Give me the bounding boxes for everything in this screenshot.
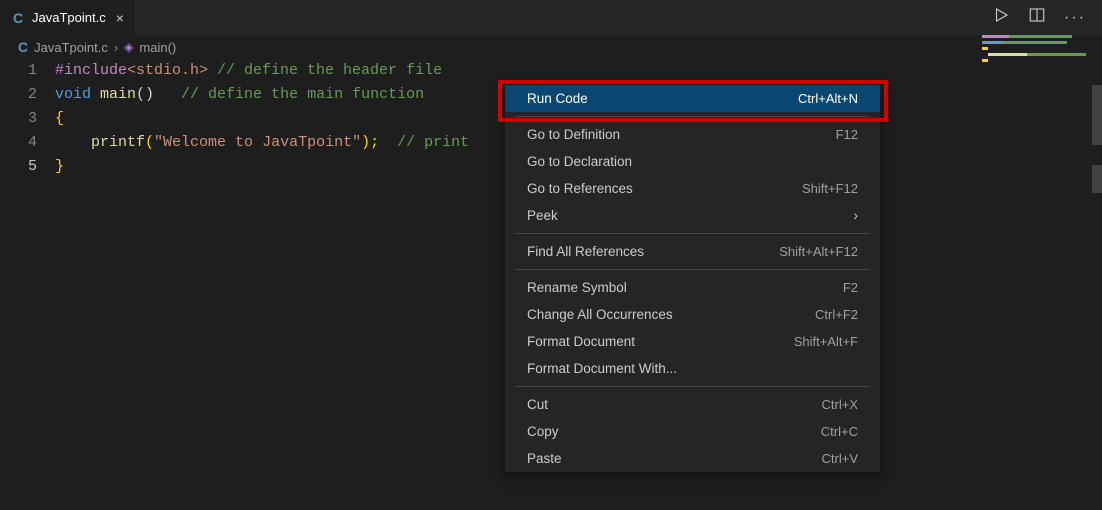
title-bar: C JavaTpoint.c × ··· (0, 0, 1102, 35)
menu-item-label: Format Document (527, 334, 635, 349)
menu-item-label: Run Code (527, 91, 588, 106)
menu-item-label: Find All References (527, 244, 644, 259)
menu-item-run-code[interactable]: Run Code Ctrl+Alt+N (505, 85, 880, 112)
line-number: 5 (0, 155, 37, 179)
menu-item-go-to-references[interactable]: Go to References Shift+F12 (505, 175, 880, 202)
code-line: #include<stdio.h> // define the header f… (55, 59, 1102, 83)
breadcrumb-file[interactable]: JavaTpoint.c (34, 40, 108, 55)
menu-item-label: Peek (527, 208, 558, 223)
line-number: 4 (0, 131, 37, 155)
run-icon[interactable] (992, 6, 1010, 29)
tab-javatpoint-c[interactable]: C JavaTpoint.c × (0, 0, 135, 35)
menu-item-shortcut: Shift+F12 (802, 181, 858, 196)
menu-item-shortcut: F12 (836, 127, 858, 142)
menu-item-go-to-definition[interactable]: Go to Definition F12 (505, 121, 880, 148)
breadcrumb-symbol[interactable]: main() (139, 40, 176, 55)
menu-item-label: Rename Symbol (527, 280, 627, 295)
menu-item-rename-symbol[interactable]: Rename Symbol F2 (505, 274, 880, 301)
menu-item-change-all-occurrences[interactable]: Change All Occurrences Ctrl+F2 (505, 301, 880, 328)
menu-item-label: Go to References (527, 181, 633, 196)
scrollbar-thumb[interactable] (1092, 165, 1102, 193)
context-menu: Run CodeCtrl+Alt+NGo to DefinitionF12Go … (505, 85, 880, 472)
close-tab-icon[interactable]: × (116, 10, 124, 26)
vertical-scrollbar[interactable] (1088, 35, 1102, 510)
tabs-container: C JavaTpoint.c × (0, 0, 135, 35)
line-number: 1 (0, 59, 37, 83)
menu-item-shortcut: Shift+Alt+F (794, 334, 858, 349)
menu-item-shortcut: Shift+Alt+F12 (779, 244, 858, 259)
symbol-method-icon: ◈ (124, 40, 133, 54)
scrollbar-thumb[interactable] (1092, 85, 1102, 145)
menu-item-format-document[interactable]: Format Document Shift+Alt+F (505, 328, 880, 355)
menu-item-format-document-with[interactable]: Format Document With... (505, 355, 880, 382)
menu-separator (515, 116, 870, 117)
menu-item-label: Change All Occurrences (527, 307, 673, 322)
menu-item-label: Go to Declaration (527, 154, 632, 169)
menu-item-label: Format Document With... (527, 361, 677, 376)
menu-item-label: Paste (527, 451, 562, 466)
line-numbers: 1 2 3 4 5 (0, 59, 55, 179)
breadcrumb[interactable]: C JavaTpoint.c › ◈ main() (0, 35, 1102, 59)
line-number: 2 (0, 83, 37, 107)
menu-item-label: Copy (527, 424, 559, 439)
menu-item-shortcut: Ctrl+F2 (815, 307, 858, 322)
line-number: 3 (0, 107, 37, 131)
more-actions-icon[interactable]: ··· (1064, 9, 1086, 27)
menu-item-peek[interactable]: Peek › (505, 202, 880, 229)
menu-item-paste[interactable]: Paste Ctrl+V (505, 445, 880, 472)
menu-separator (515, 386, 870, 387)
editor-actions: ··· (992, 6, 1102, 29)
chevron-right-icon: › (114, 40, 118, 55)
minimap[interactable] (982, 35, 1088, 97)
tab-filename: JavaTpoint.c (32, 10, 106, 25)
menu-item-shortcut: Ctrl+C (821, 424, 858, 439)
menu-item-shortcut: F2 (843, 280, 858, 295)
c-file-icon: C (10, 10, 26, 26)
menu-item-shortcut: Ctrl+Alt+N (798, 91, 858, 106)
menu-item-label: Go to Definition (527, 127, 620, 142)
split-editor-icon[interactable] (1028, 6, 1046, 29)
menu-item-shortcut: Ctrl+V (822, 451, 858, 466)
menu-item-copy[interactable]: Copy Ctrl+C (505, 418, 880, 445)
menu-separator (515, 233, 870, 234)
menu-item-shortcut: Ctrl+X (822, 397, 858, 412)
menu-item-go-to-declaration[interactable]: Go to Declaration (505, 148, 880, 175)
menu-item-find-all-references[interactable]: Find All References Shift+Alt+F12 (505, 238, 880, 265)
chevron-right-icon: › (854, 208, 859, 223)
menu-separator (515, 269, 870, 270)
menu-item-cut[interactable]: Cut Ctrl+X (505, 391, 880, 418)
menu-item-label: Cut (527, 397, 548, 412)
c-file-icon: C (18, 39, 28, 55)
